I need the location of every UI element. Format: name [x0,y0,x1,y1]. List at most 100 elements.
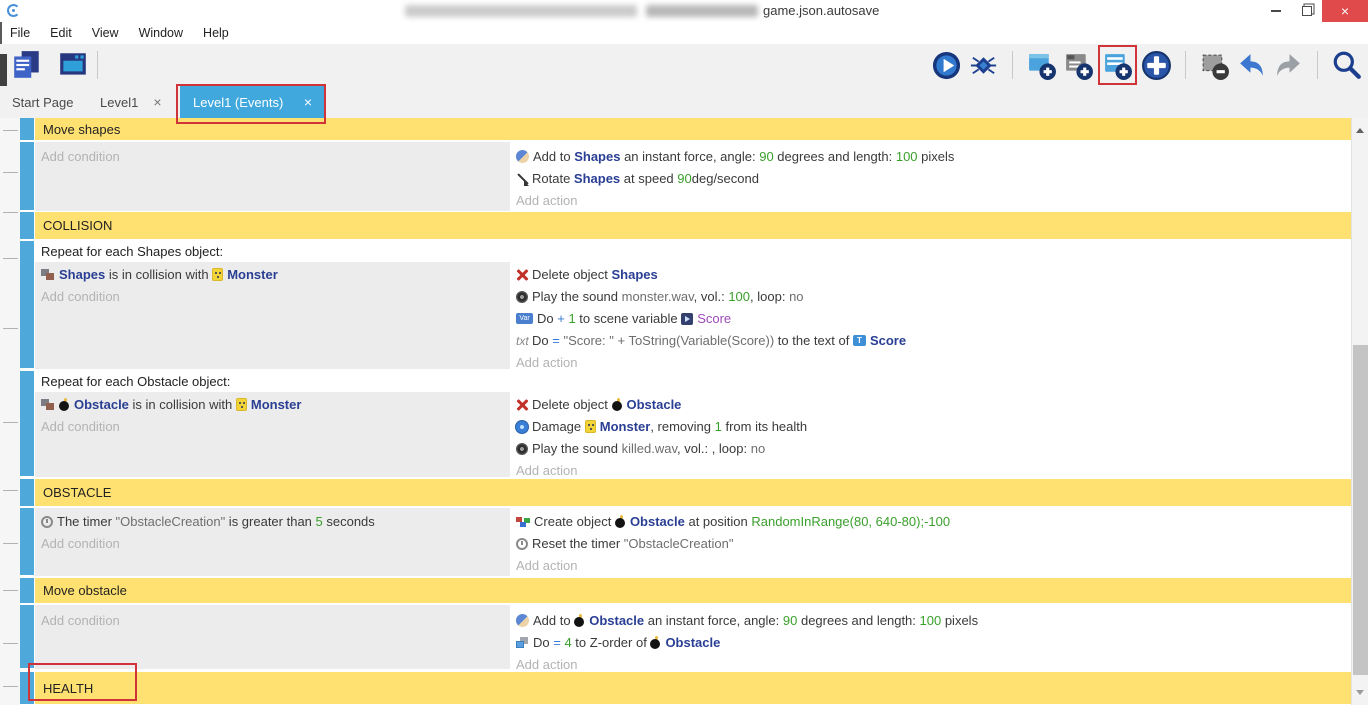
undo-button[interactable] [1236,50,1267,81]
event-row: Add condition Add to Obstacle an instant… [0,605,1351,669]
debug-button[interactable] [968,50,999,81]
text-segment: is in collision with [129,397,236,412]
action-row[interactable]: Delete object Shapes [510,264,1351,286]
repeat-event-header[interactable]: Repeat for each Shapes object: [35,241,1351,262]
event-handle[interactable] [20,142,34,210]
text-segment: to the text of [774,333,853,348]
remove-event-button[interactable] [1199,50,1230,81]
scroll-up-icon[interactable] [1356,124,1364,133]
event-handle[interactable] [20,508,34,575]
menu-view[interactable]: View [82,26,129,40]
redo-button[interactable] [1273,50,1304,81]
add-condition[interactable]: Add condition [35,533,510,555]
add-new-event-button[interactable] [1141,50,1172,81]
text-object-icon [853,335,866,346]
add-comment-button[interactable] [1063,50,1094,81]
event-handle[interactable] [20,371,34,476]
add-condition[interactable]: Add condition [35,416,510,438]
add-subevent-button[interactable] [1102,50,1133,81]
conditions-panel: Add condition [35,605,510,669]
menu-edit[interactable]: Edit [40,26,82,40]
menu-window[interactable]: Window [129,26,193,40]
rotate-icon [516,173,528,185]
condition-row[interactable]: Obstacle is in collision with Monster [35,394,510,416]
preview-play-button[interactable] [931,50,962,81]
text-segment: RandomInRange(80, 640-80);-100 [751,514,950,529]
delete-icon [516,269,528,281]
action-row[interactable]: txt Do = "Score: " + ToString(Variable(S… [510,330,1351,352]
action-row[interactable]: Create object Obstacle at position Rando… [510,511,1351,533]
action-row[interactable]: Damage Monster, removing 1 from its heal… [510,416,1351,438]
actions-panel: Add to Obstacle an instant force, angle:… [510,605,1351,669]
text-segment: Damage [532,419,585,434]
menu-file[interactable]: File [0,26,40,40]
add-condition[interactable]: Add condition [35,286,510,308]
event-handle[interactable] [20,212,34,239]
add-condition[interactable]: Add condition [35,146,510,168]
text-segment: killed.wav [622,441,677,456]
group-header[interactable]: COLLISION [35,212,1351,239]
event-row: Add condition Add to Shapes an instant f… [0,142,1351,211]
group-header[interactable]: OBSTACLE [35,479,1351,506]
conditions-panel: Shapes is in collision with Monster Add … [35,262,510,369]
group-header[interactable]: Move obstacle [35,578,1351,603]
search-button[interactable] [1331,49,1363,81]
event-group-row: COLLISION [0,212,1351,240]
minimize-button[interactable] [1260,0,1291,22]
event-handle[interactable] [20,672,34,704]
tab-close-icon[interactable]: × [153,94,161,110]
vertical-scrollbar[interactable] [1351,118,1368,705]
obstacle-icon [574,614,585,627]
scroll-down-icon[interactable] [1356,690,1364,699]
event-handle[interactable] [20,479,34,506]
action-row[interactable]: Reset the timer "ObstacleCreation" [510,533,1351,555]
redo-icon [1273,50,1304,81]
scene-editor-icon [56,49,90,81]
add-event-button[interactable] [1026,50,1057,81]
action-row[interactable]: Rotate Shapes at speed 90deg/second [510,168,1351,190]
tab-level1-events[interactable]: Level1 (Events) × [180,86,325,118]
scene-editor-button[interactable] [56,49,90,81]
add-condition[interactable]: Add condition [35,610,510,632]
menu-help[interactable]: Help [193,26,239,40]
group-header[interactable]: HEALTH [35,672,1351,704]
scrollbar-thumb[interactable] [1353,345,1368,675]
add-action[interactable]: Add action [510,555,1351,577]
text-segment: 5 [316,514,323,529]
close-button[interactable]: × [1322,0,1368,22]
action-row[interactable]: Play the sound killed.wav, vol.: , loop:… [510,438,1351,460]
event-handle[interactable] [20,118,34,140]
event-handle[interactable] [20,241,34,368]
restore-button[interactable] [1291,0,1322,22]
action-row[interactable]: Add to Shapes an instant force, angle: 9… [510,146,1351,168]
scene-variable-icon [681,313,693,325]
action-row[interactable]: Delete object Obstacle [510,394,1351,416]
project-manager-button[interactable] [10,49,44,81]
text-segment: Do [532,333,552,348]
condition-row[interactable]: The timer "ObstacleCreation" is greater … [35,511,510,533]
conditions-panel: The timer "ObstacleCreation" is greater … [35,508,510,576]
tab-label: Level1 (Events) [193,95,283,110]
event-handle[interactable] [20,605,34,668]
text-segment: Score [870,333,906,348]
action-row[interactable]: Do = 4 to Z-order of Obstacle [510,632,1351,654]
redacted-title-text [646,5,758,17]
search-icon [1331,49,1363,81]
group-header[interactable]: Move shapes [35,118,1351,140]
text-segment: Obstacle [74,397,129,412]
add-action[interactable]: Add action [510,190,1351,212]
text-segment: degrees and length: [797,613,919,628]
tab-close-icon[interactable]: × [304,94,312,110]
event-handle[interactable] [20,578,34,603]
tab-start-page[interactable]: Start Page [12,86,73,118]
action-row[interactable]: Play the sound monster.wav, vol.: 100, l… [510,286,1351,308]
condition-row[interactable]: Shapes is in collision with Monster [35,264,510,286]
gdevelop-logo-icon [7,4,20,17]
action-row[interactable]: Add to Obstacle an instant force, angle:… [510,610,1351,632]
action-row[interactable]: Do + 1 to scene variable Score [510,308,1351,330]
text-segment: Delete object [532,397,612,412]
tab-level1[interactable]: Level1 × [100,86,162,118]
add-comment-icon [1063,50,1094,81]
repeat-event-header[interactable]: Repeat for each Obstacle object: [35,371,1351,392]
add-new-event-icon [1141,50,1172,81]
